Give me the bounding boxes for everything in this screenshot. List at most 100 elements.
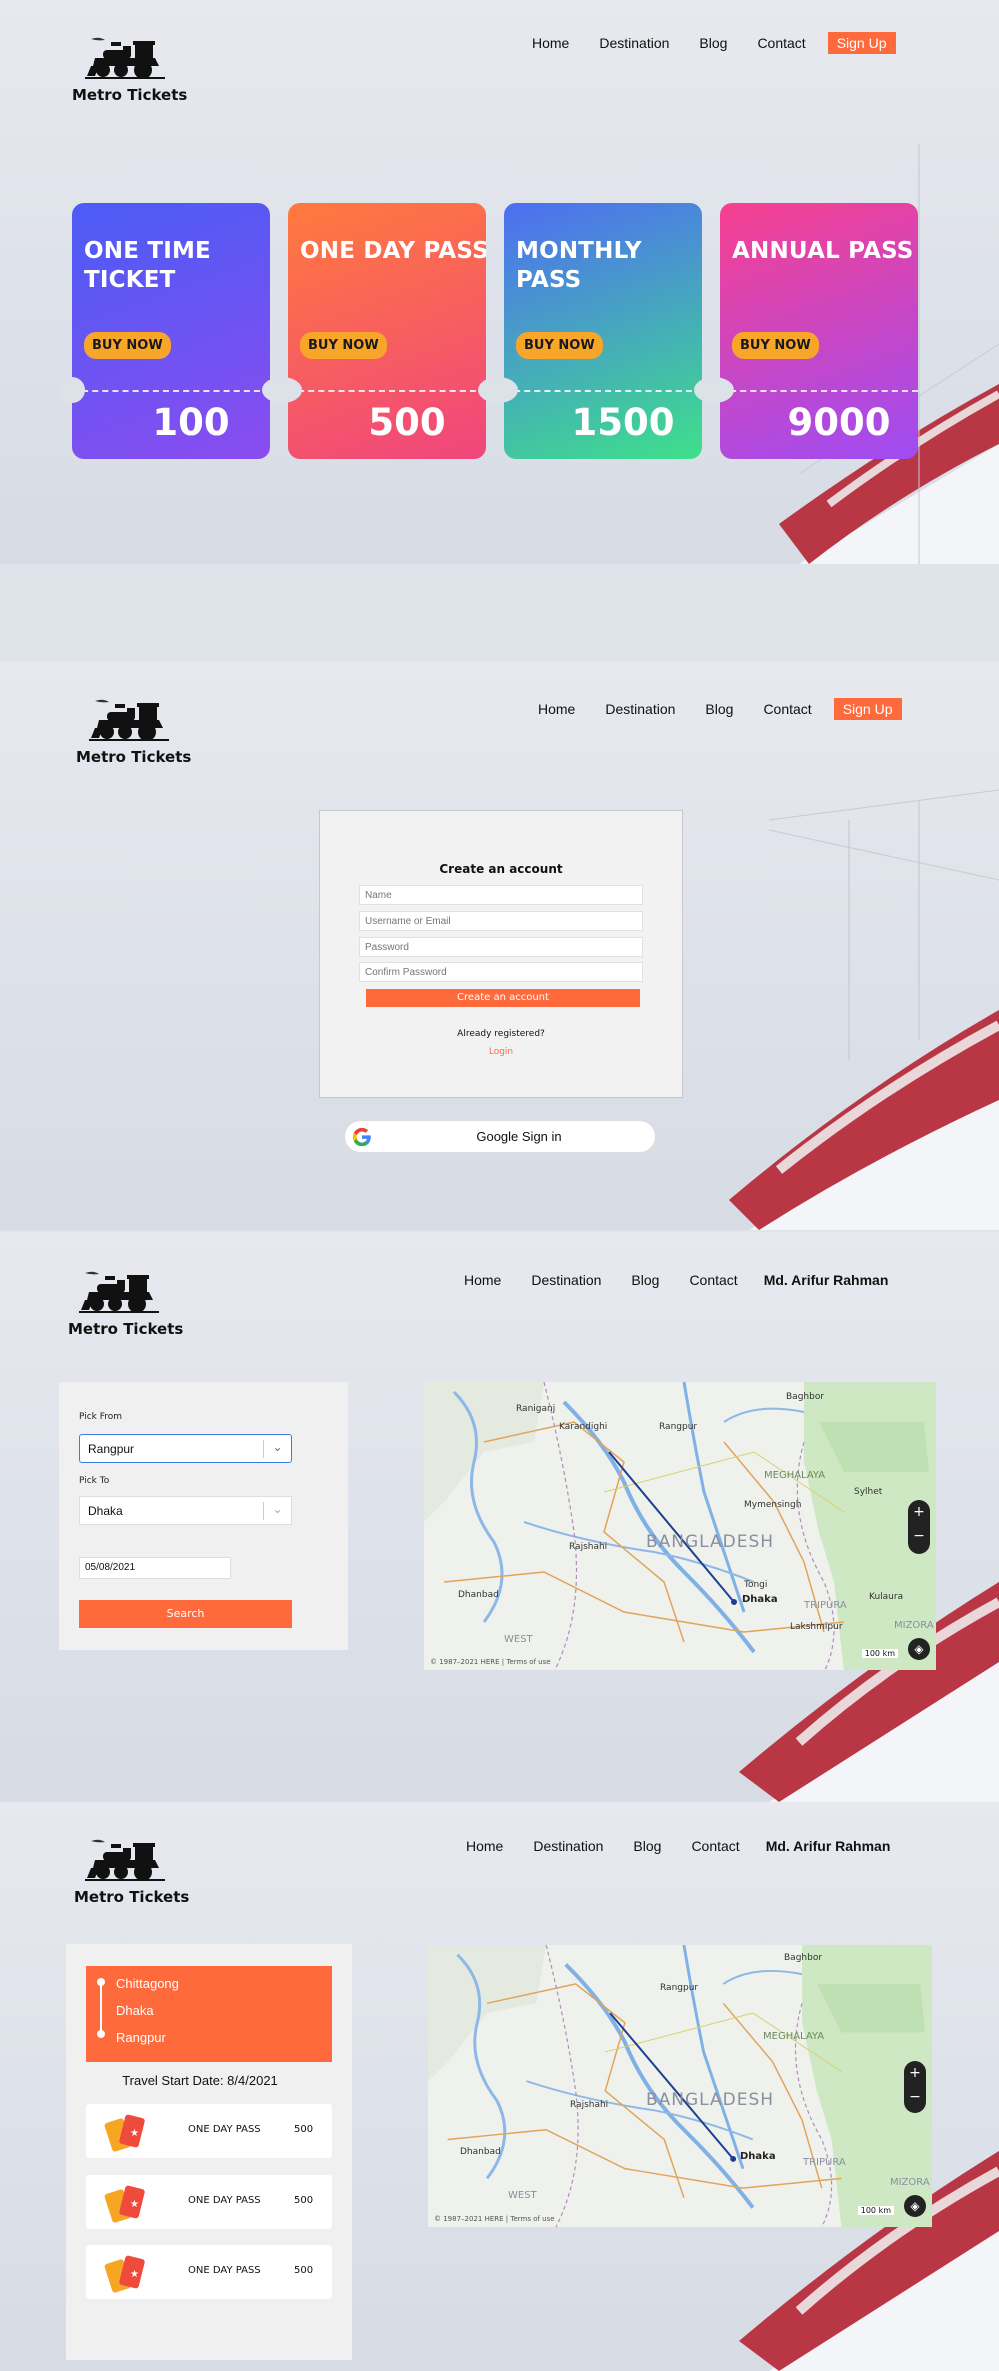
nav-blog[interactable]: Blog [705, 701, 733, 717]
logo[interactable]: Metro Tickets [74, 1838, 189, 1906]
map-city-label: Karandighi [559, 1422, 608, 1432]
nav-home[interactable]: Home [532, 35, 569, 51]
route-map[interactable]: BANGLADESH WEST MEGHALAYA TRIPURA MIZORA… [424, 1382, 936, 1670]
map-region-label: MIZORA [890, 2177, 930, 2188]
search-section: Metro Tickets Home Destination Blog Cont… [0, 1232, 999, 1802]
route-map[interactable]: BANGLADESH WEST MEGHALAYA TRIPURA MIZORA… [428, 1945, 932, 2227]
map-city-label: Sylhet [854, 1487, 883, 1497]
zoom-out-button[interactable]: − [904, 2085, 926, 2109]
date-input[interactable]: 05/08/2021 [79, 1557, 231, 1579]
ticket-name: ONE DAY PASS [188, 2195, 261, 2206]
ticket-price: 500 [294, 2195, 314, 2206]
logo[interactable]: Metro Tickets [76, 698, 191, 766]
nav-destination[interactable]: Destination [531, 1272, 601, 1288]
already-registered-text: Already registered? [457, 1029, 545, 1039]
nav-destination[interactable]: Destination [605, 701, 675, 717]
zoom-in-button[interactable]: + [904, 2061, 926, 2085]
nav-contact[interactable]: Contact [763, 701, 811, 717]
ticket-notch [478, 377, 518, 403]
buy-now-button[interactable]: BUY NOW [732, 332, 819, 359]
nav-home[interactable]: Home [538, 701, 575, 717]
ticket-price: 500 [368, 401, 446, 444]
logo[interactable]: Metro Tickets [72, 36, 188, 104]
map-scale: 100 km [861, 1649, 898, 1658]
ticket-card-one-time: ONE TIME TICKET BUY NOW 100 [72, 203, 270, 459]
signup-button[interactable]: Sign Up [827, 32, 896, 54]
svg-text:★: ★ [130, 2199, 139, 2210]
buy-now-button[interactable]: BUY NOW [300, 332, 387, 359]
ticket-icon: ★ [104, 2255, 145, 2293]
map-city-label: Rajshahi [569, 1542, 608, 1552]
name-field[interactable] [359, 885, 643, 905]
map-city-label: Dhanbad [460, 2147, 501, 2157]
nav-blog[interactable]: Blog [631, 1272, 659, 1288]
google-signin-button[interactable]: Google Sign in [344, 1120, 656, 1153]
main-nav: Home Destination Blog Contact Sign Up [502, 32, 896, 54]
ticket-title: MONTHLY PASS [516, 238, 642, 293]
route-dot [97, 1978, 105, 1986]
map-city-label: Dhaka [740, 2151, 776, 2162]
layers-icon[interactable]: ◈ [904, 2195, 926, 2217]
nav-home[interactable]: Home [466, 1838, 503, 1854]
nav-destination[interactable]: Destination [599, 35, 669, 51]
ticket-divider [720, 390, 918, 392]
nav-blog[interactable]: Blog [699, 35, 727, 51]
map-city-label: Dhaka [742, 1594, 778, 1605]
password-field[interactable] [359, 937, 643, 957]
ticket-card-one-day: ONE DAY PASS BUY NOW 500 [288, 203, 486, 459]
map-copyright: © 1987–2021 HERE | Terms of use [430, 1658, 551, 1666]
train-logo-icon [88, 698, 170, 742]
ticket-price: 500 [294, 2265, 314, 2276]
zoom-in-button[interactable]: + [908, 1500, 930, 1524]
buy-now-button[interactable]: BUY NOW [516, 332, 603, 359]
map-city-label: Mymensingh [744, 1500, 802, 1510]
brand-name: Metro Tickets [72, 86, 188, 104]
travel-start-date: Travel Start Date: 8/4/2021 [122, 2073, 278, 2088]
pick-from-value: Rangpur [88, 1442, 135, 1456]
signup-button[interactable]: Sign Up [833, 698, 902, 720]
form-title: Create an account [439, 862, 563, 876]
layers-icon[interactable]: ◈ [908, 1638, 930, 1660]
ticket-item[interactable]: ★ ONE DAY PASS 500 [86, 2104, 332, 2158]
train-logo-icon [84, 1838, 166, 1882]
buy-now-button[interactable]: BUY NOW [84, 332, 171, 359]
create-account-button[interactable]: Create an account [366, 989, 640, 1007]
pick-from-select[interactable]: Rangpur ⌄ [79, 1434, 292, 1463]
ticket-price: 500 [294, 2124, 314, 2135]
map-zoom-control: + − [904, 2061, 926, 2113]
logo[interactable]: Metro Tickets [68, 1270, 183, 1338]
ticket-icon: ★ [104, 2185, 145, 2223]
confirm-password-field[interactable] [359, 962, 643, 982]
map-city-label: Rangpur [659, 1422, 698, 1432]
train-background-illustration [669, 789, 999, 1230]
nav-destination[interactable]: Destination [533, 1838, 603, 1854]
zoom-out-button[interactable]: − [908, 1524, 930, 1548]
nav-contact[interactable]: Contact [689, 1272, 737, 1288]
login-link[interactable]: Login [320, 1047, 682, 1057]
map-city-label: Raniganj [516, 1404, 556, 1414]
ticket-divider [72, 390, 270, 392]
ticket-title: ONE TIME TICKET [84, 238, 211, 293]
pick-to-label: Pick To [79, 1476, 110, 1486]
ticket-item[interactable]: ★ ONE DAY PASS 500 [86, 2175, 332, 2229]
nav-blog[interactable]: Blog [633, 1838, 661, 1854]
pick-to-select[interactable]: Dhaka ⌄ [79, 1496, 292, 1525]
username-field[interactable] [359, 911, 643, 931]
search-button[interactable]: Search [79, 1600, 292, 1628]
train-logo-icon [84, 36, 166, 80]
train-logo-icon [78, 1270, 160, 1314]
user-name[interactable]: Md. Arifur Rahman [764, 1272, 889, 1288]
map-city-label: Dhanbad [458, 1590, 499, 1600]
svg-text:★: ★ [130, 2269, 139, 2280]
nav-contact[interactable]: Contact [691, 1838, 739, 1854]
user-name[interactable]: Md. Arifur Rahman [766, 1838, 891, 1854]
map-city-label: Kulaura [869, 1592, 904, 1602]
ticket-divider [504, 390, 702, 392]
ticket-title: ONE DAY PASS [300, 238, 486, 264]
ticket-item[interactable]: ★ ONE DAY PASS 500 [86, 2245, 332, 2299]
map-region-label: WEST [508, 2190, 537, 2201]
google-signin-label: Google Sign in [476, 1129, 562, 1144]
nav-contact[interactable]: Contact [757, 35, 805, 51]
ticket-name: ONE DAY PASS [188, 2265, 261, 2276]
nav-home[interactable]: Home [464, 1272, 501, 1288]
